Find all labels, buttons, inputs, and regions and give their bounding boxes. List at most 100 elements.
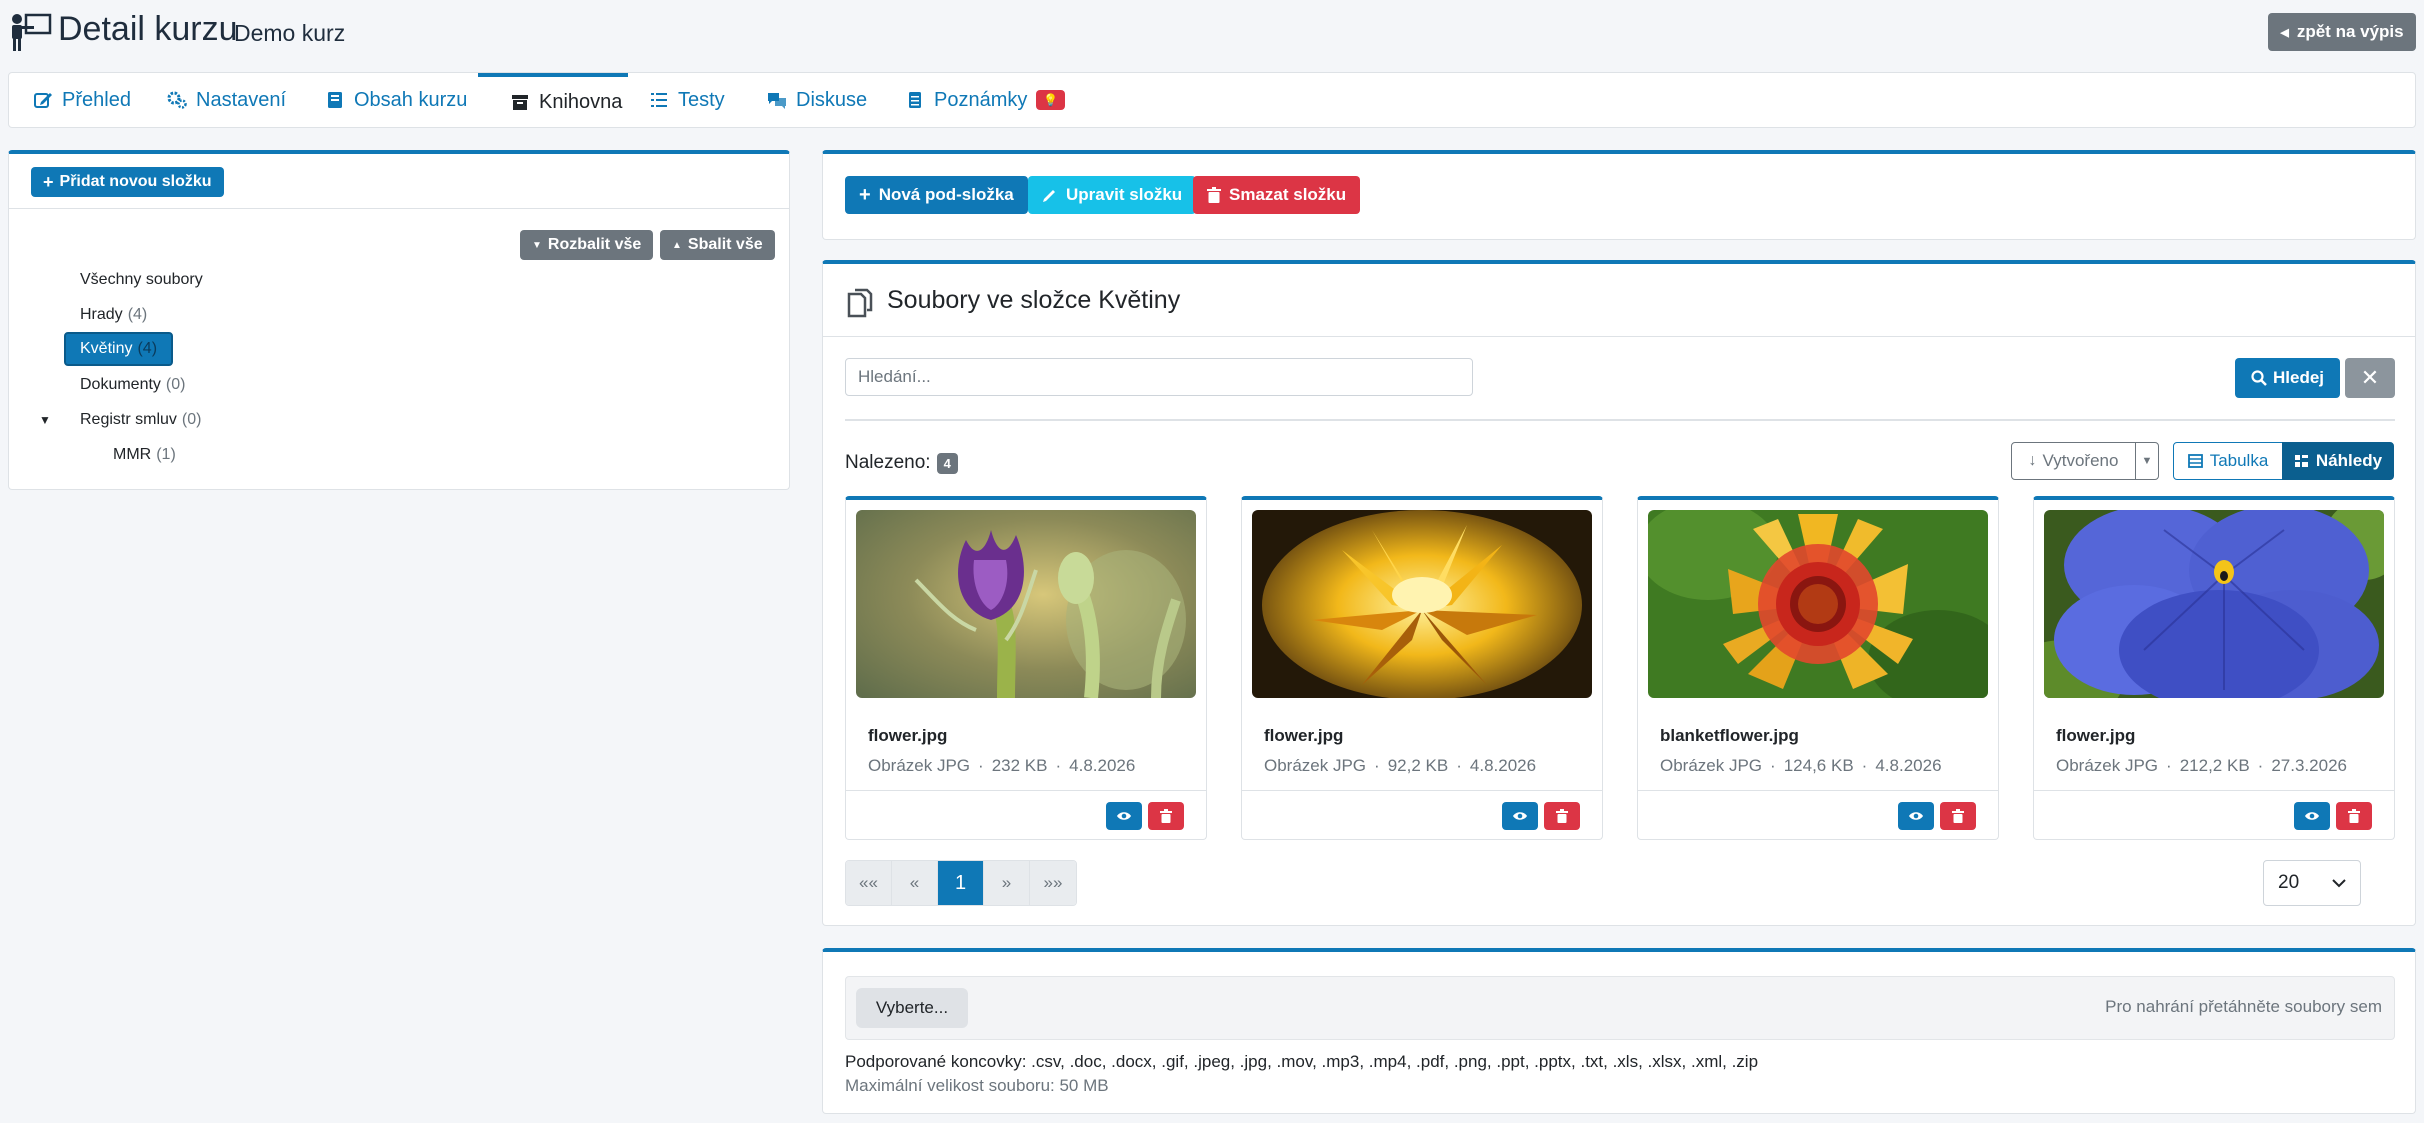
files-title: Soubory ve složce Květiny <box>887 286 1181 314</box>
file-thumbnail-pansy[interactable] <box>2044 510 2384 698</box>
page-title: Detail kurzu <box>58 10 238 48</box>
file-date: 4.8.2026 <box>1069 756 1136 775</box>
file-card[interactable]: flower.jpg Obrázek JPG · 92,2 KB · 4.8.2… <box>1241 496 1603 840</box>
divider <box>1242 790 1602 791</box>
folder-item-kvetiny[interactable]: Květiny (4) <box>64 332 174 366</box>
clear-search-button[interactable]: ✕ <box>2345 358 2395 398</box>
file-thumbnail-strawflower[interactable] <box>1252 510 1592 698</box>
folder-item-dokumenty[interactable]: Dokumenty (0) <box>80 370 185 400</box>
trash-icon <box>1556 809 1568 823</box>
meta-separator: · <box>978 756 984 775</box>
edit-folder-button[interactable]: Upravit složku <box>1028 176 1197 214</box>
notes-badge: 💡 <box>1036 90 1066 110</box>
trash-icon <box>1160 809 1172 823</box>
tab-diskuse[interactable]: Diskuse <box>767 73 867 127</box>
first-page-link[interactable]: «« <box>846 861 892 905</box>
tab-testy[interactable]: Testy <box>649 73 725 127</box>
view-file-button[interactable] <box>1106 802 1142 830</box>
view-thumbs-label: Náhledy <box>2315 451 2383 470</box>
file-size: 124,6 KB <box>1783 756 1854 775</box>
meta-separator: · <box>1770 756 1776 775</box>
teacher-logo-icon <box>12 13 52 51</box>
folder-label: MMR <box>113 446 152 463</box>
new-subfolder-button[interactable]: + Nová pod-složka <box>845 176 1028 214</box>
view-table-button[interactable]: Tabulka <box>2173 442 2283 480</box>
file-type: Obrázek JPG <box>2056 756 2159 775</box>
folder-count: (0) <box>165 376 186 393</box>
folder-item-mmr[interactable]: MMR (1) <box>113 440 176 470</box>
tab-prehled[interactable]: Přehled <box>33 73 131 127</box>
folder-count: (4) <box>127 306 148 323</box>
sort-button[interactable]: ↓ Vytvořeno <box>2011 442 2136 480</box>
tab-nastaveni[interactable]: Nastavení <box>167 73 286 127</box>
next-page-link[interactable]: » <box>984 861 1030 905</box>
prev-page-link[interactable]: « <box>892 861 938 905</box>
file-card[interactable]: flower.jpg Obrázek JPG · 212,2 KB · 27.3… <box>2033 496 2395 840</box>
search-input[interactable] <box>845 358 1473 396</box>
delete-file-button[interactable] <box>1940 802 1976 830</box>
page-size-select[interactable]: 20 <box>2263 860 2361 906</box>
delete-file-button[interactable] <box>2336 802 2372 830</box>
file-thumbnail-blanketflower[interactable] <box>1648 510 1988 698</box>
meta-separator: · <box>2257 756 2264 775</box>
view-file-button[interactable] <box>2294 802 2330 830</box>
folder-label: Dokumenty <box>80 376 161 393</box>
meta-separator: · <box>2166 756 2172 775</box>
delete-folder-button[interactable]: Smazat složku <box>1193 176 1361 214</box>
folder-item-hrady[interactable]: Hrady (4) <box>80 300 147 330</box>
file-name: blanketflower.jpg <box>1660 726 1799 745</box>
add-folder-label: Přidat novou složku <box>59 173 212 190</box>
caret-up-icon: ▲ <box>672 239 682 251</box>
pencil-icon <box>1043 190 1055 202</box>
collapse-all-button[interactable]: ▲ Sbalit vše <box>660 230 775 260</box>
file-date: 4.8.2026 <box>1469 756 1537 775</box>
file-meta: Obrázek JPG · 124,6 KB · 4.8.2026 <box>1660 756 1942 776</box>
folder-label: Hrady <box>80 306 123 323</box>
tab-label: Testy <box>678 88 725 111</box>
add-folder-button[interactable]: + Přidat novou složku <box>31 167 224 197</box>
delete-file-button[interactable] <box>1544 802 1580 830</box>
folder-toggle[interactable]: ▼ <box>39 405 51 435</box>
folder-count: (0) <box>181 411 202 428</box>
folder-count: (1) <box>156 446 176 463</box>
page-subtitle: Demo kurz <box>234 20 346 46</box>
comments-icon <box>768 93 786 109</box>
file-name: flower.jpg <box>1264 726 1344 745</box>
file-type: Obrázek JPG <box>1660 756 1763 775</box>
tab-label: Knihovna <box>539 90 623 113</box>
tab-obsah-kurzu[interactable]: Obsah kurzu <box>325 73 467 127</box>
folder-count: (4) <box>137 340 158 357</box>
view-file-button[interactable] <box>1502 802 1538 830</box>
page-link-current[interactable]: 1 <box>938 861 984 905</box>
found-label: Nalezeno: <box>845 452 931 473</box>
back-button[interactable]: ◀ zpět na výpis <box>2268 13 2416 51</box>
tab-label: Přehled <box>62 88 131 111</box>
last-page-link[interactable]: »» <box>1030 861 1076 905</box>
tab-knihovna[interactable]: Knihovna <box>478 73 628 127</box>
pagination: «« « 1 » »» <box>845 860 1077 906</box>
notes-icon <box>909 92 921 108</box>
file-meta: Obrázek JPG · 212,2 KB · 27.3.2026 <box>2056 756 2347 776</box>
file-card[interactable]: flower.jpg Obrázek JPG · 232 KB · 4.8.20… <box>845 496 1207 840</box>
sort-label: Vytvořeno <box>2042 451 2119 470</box>
view-thumbnails-button[interactable]: Náhledy <box>2282 442 2394 480</box>
file-thumbnail-pasque-flower[interactable] <box>856 510 1196 698</box>
found-badge: 4 <box>936 452 958 474</box>
search-button[interactable]: Hledej <box>2235 358 2341 398</box>
thumbnails-icon <box>2294 455 2308 467</box>
eye-icon <box>1909 812 1923 820</box>
meta-separator: · <box>1055 756 1062 775</box>
choose-files-button[interactable]: Vyberte... <box>856 988 968 1028</box>
divider <box>9 208 789 209</box>
file-size: 92,2 KB <box>1387 756 1449 775</box>
file-card[interactable]: blanketflower.jpg Obrázek JPG · 124,6 KB… <box>1637 496 1999 840</box>
folder-item-registr-smluv[interactable]: Registr smluv (0) <box>80 405 201 435</box>
expand-all-button[interactable]: ▼ Rozbalit vše <box>520 230 654 260</box>
upload-dropzone[interactable]: Vyberte... Pro nahrání přetáhněte soubor… <box>845 976 2395 1040</box>
folder-item-vsechny-soubory[interactable]: Všechny soubory <box>80 265 203 295</box>
tab-poznamky[interactable]: Poznámky 💡 <box>905 73 1066 127</box>
view-file-button[interactable] <box>1898 802 1934 830</box>
delete-file-button[interactable] <box>1148 802 1184 830</box>
sort-dropdown-toggle[interactable]: ▼ <box>2135 442 2159 480</box>
collapse-all-label: Sbalit vše <box>687 236 763 253</box>
